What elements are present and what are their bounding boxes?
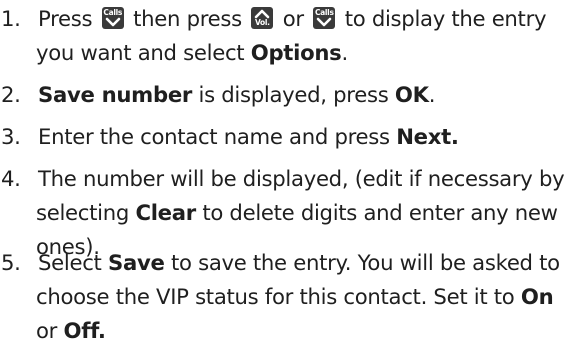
volume-key-icon: Vol.	[251, 7, 274, 29]
step-keyword: Save	[108, 250, 165, 275]
key-label: Calls	[314, 8, 334, 17]
step-line: Enter the contact name and press Next.	[38, 120, 459, 154]
key-label: Vol.	[254, 18, 270, 27]
step-line: choose the VIP status for this contact. …	[36, 280, 554, 314]
step-number: 4.	[1, 166, 21, 191]
step-keyword: OK	[394, 82, 429, 107]
key-label: Calls	[103, 8, 123, 17]
step-line: Save number is displayed, press OK.	[38, 78, 435, 112]
step-text: to display the entry	[344, 6, 547, 31]
step-number: 2.	[1, 82, 21, 107]
step-text: Enter the contact name and press	[38, 124, 397, 149]
step-line: or Off.	[36, 314, 106, 348]
step-text: Press	[38, 6, 93, 31]
step-keyword: Save number	[38, 82, 193, 107]
step-text: choose the VIP status for this contact. …	[36, 284, 521, 309]
step-text: .	[341, 40, 348, 65]
step-text: .	[428, 82, 436, 107]
calls-key-icon: Calls	[101, 7, 124, 29]
chevron-down-icon	[316, 17, 332, 27]
step-text: you want and select	[36, 40, 245, 65]
step-text: is displayed, press	[192, 82, 395, 107]
chevron-down-icon	[105, 17, 121, 27]
step-number: 3.	[1, 124, 21, 149]
step-line: you want and select Options.	[36, 36, 348, 70]
step-text: The number will be displayed, (edit if n…	[38, 166, 565, 191]
step-line: The number will be displayed, (edit if n…	[38, 162, 565, 196]
step-number: 5.	[1, 250, 21, 275]
step-keyword: Next.	[396, 124, 459, 149]
step-keyword: Options	[250, 40, 342, 65]
step-keyword: Clear	[135, 200, 196, 225]
calls-key-icon: Calls	[313, 7, 336, 29]
step-text: selecting	[36, 200, 136, 225]
step-text: or	[36, 318, 64, 343]
step-text: then press	[133, 6, 242, 31]
step-text: to save the entry. You will be asked to	[164, 250, 560, 275]
step-text: Select	[38, 250, 108, 275]
step-line: selecting Clear to delete digits and ent…	[36, 196, 558, 230]
step-number: 1.	[1, 6, 21, 31]
step-text: or	[282, 6, 304, 31]
step-keyword: Off.	[63, 318, 106, 343]
step-line: Press Calls then press Vol. or Calls to …	[38, 2, 547, 36]
step-text: to delete digits and enter any new	[195, 200, 558, 225]
step-keyword: On	[520, 284, 554, 309]
step-line: Select Save to save the entry. You will …	[38, 246, 560, 280]
